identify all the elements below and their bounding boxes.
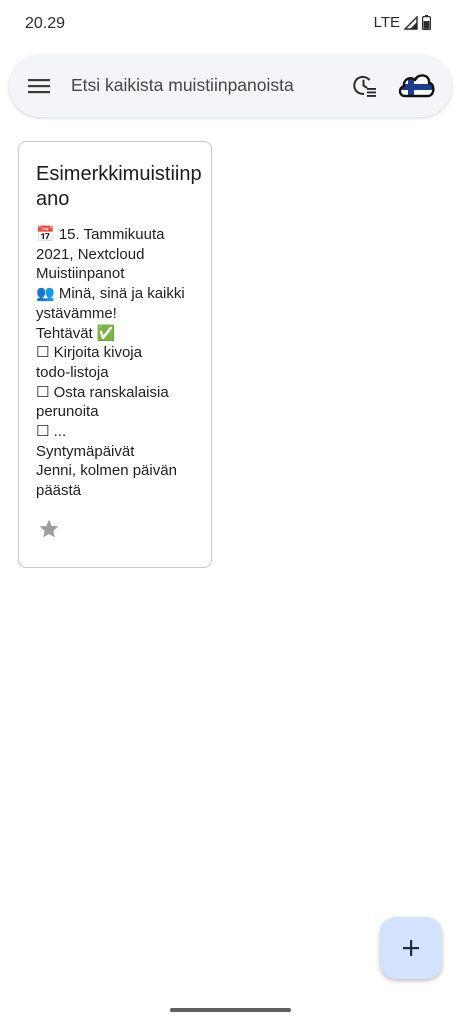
search-bar[interactable]: Etsi kaikista muistiinpanoista	[9, 55, 452, 117]
status-indicators: LTE	[374, 14, 431, 31]
signal-icon	[404, 15, 418, 30]
time-sort-icon[interactable]	[353, 74, 377, 98]
note-excerpt-line: todo-listoja	[36, 363, 109, 381]
note-title: Esimerkkimuistiinpano	[36, 163, 202, 210]
note-excerpt-line: päästä	[36, 482, 82, 500]
status-time: 20.29	[25, 15, 66, 32]
note-excerpt-line: ☐ Osta ranskalaisia	[36, 383, 169, 401]
note-excerpt-line: 📅 15. Tammikuuta	[36, 226, 165, 243]
note-excerpt-line: Jenni, kolmen päivän	[36, 462, 177, 480]
note-card[interactable]: Esimerkkimuistiinpano 📅 15. Tammikuuta 2…	[18, 141, 212, 568]
note-excerpt-line: Syntymäpäivät	[36, 442, 135, 460]
gesture-handle[interactable]	[170, 1008, 291, 1012]
note-excerpt-line: ☐ Kirjoita kivoja	[36, 344, 142, 362]
note-excerpt: 📅 15. Tammikuuta 2021, Nextcloud Muistii…	[36, 225, 201, 501]
note-excerpt-line: perunoita	[36, 403, 99, 421]
notes-screen: 20.29 LTE Etsi kaikista muistiinpanoista…	[0, 0, 461, 1024]
network-type: LTE	[373, 14, 400, 31]
note-excerpt-line: Tehtävät ✅	[36, 324, 116, 342]
note-excerpt-line: ystävämme!	[36, 304, 117, 322]
note-excerpt-line: ☐ ...	[36, 423, 67, 441]
plus-icon	[402, 939, 420, 957]
note-excerpt-line: 2021, Nextcloud	[36, 245, 145, 263]
account-avatar[interactable]	[397, 68, 435, 104]
menu-icon[interactable]	[28, 75, 50, 97]
battery-icon	[422, 15, 431, 30]
new-note-button[interactable]	[380, 917, 442, 979]
note-excerpt-line: Muistiinpanot	[36, 265, 125, 283]
status-bar: 20.29 LTE	[0, 0, 461, 48]
star-icon[interactable]	[38, 518, 60, 540]
search-input[interactable]: Etsi kaikista muistiinpanoista	[71, 75, 294, 96]
note-excerpt-line: 👥 Minä, sinä ja kaikki	[36, 285, 185, 303]
